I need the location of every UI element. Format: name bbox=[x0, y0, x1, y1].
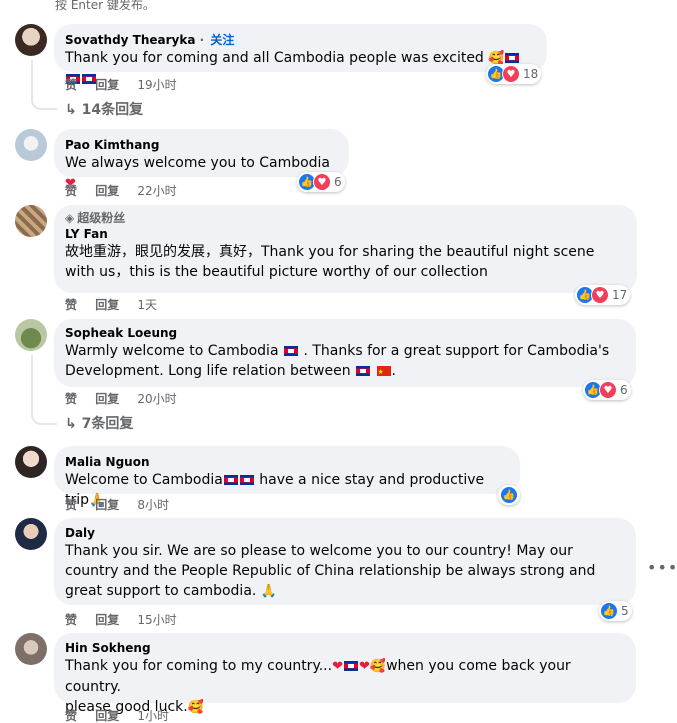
comment-actions: 赞 回复 1天 bbox=[65, 296, 171, 313]
smiling-hearts-icon: 🥰 bbox=[187, 700, 204, 715]
commenter-name[interactable]: Pao Kimthang bbox=[65, 137, 337, 153]
reaction-summary[interactable]: 👍 ♥ 18 bbox=[486, 64, 542, 84]
love-icon: ♥ bbox=[591, 286, 609, 304]
thread-line bbox=[31, 60, 57, 110]
top-fan-badge: ◈ 超级粉丝 bbox=[65, 211, 126, 225]
enter-hint: 按 Enter 键发布。 bbox=[55, 0, 155, 12]
reply-button[interactable]: 回复 bbox=[95, 78, 119, 92]
comment-actions: 赞 回复 19小时 bbox=[65, 76, 191, 93]
like-button[interactable]: 赞 bbox=[65, 78, 77, 92]
reaction-count: 18 bbox=[523, 67, 539, 81]
reply-button[interactable]: 回复 bbox=[95, 298, 119, 312]
comment-actions: 赞 回复 1小时 bbox=[65, 707, 183, 723]
red-heart-icon: ❤ bbox=[359, 659, 370, 674]
folded-hands-icon: 🙏 bbox=[260, 584, 277, 599]
reply-arrow-icon: ↳ bbox=[65, 102, 77, 118]
china-flag-icon bbox=[376, 362, 391, 382]
timestamp[interactable]: 15小时 bbox=[137, 613, 176, 627]
avatar[interactable] bbox=[15, 633, 47, 665]
comment-bubble: Hin Sokheng Thank you for coming to my c… bbox=[54, 633, 636, 715]
like-icon: 👍 bbox=[600, 602, 618, 620]
reaction-count: 5 bbox=[621, 604, 629, 618]
like-button[interactable]: 赞 bbox=[65, 298, 77, 312]
timestamp[interactable]: 19小时 bbox=[137, 78, 176, 92]
reaction-summary[interactable]: 👍 ♥ 6 bbox=[297, 172, 345, 192]
reaction-count: 6 bbox=[620, 383, 628, 397]
like-button[interactable]: 赞 bbox=[65, 184, 77, 198]
cambodia-flag-icon bbox=[239, 475, 254, 485]
reply-button[interactable]: 回复 bbox=[95, 184, 119, 198]
avatar[interactable] bbox=[15, 319, 47, 351]
more-options-icon[interactable]: ••• bbox=[647, 558, 677, 577]
comment-bubble: Sovathdy Thearyka · 关注 Thank you for com… bbox=[54, 24, 547, 84]
follow-link[interactable]: 关注 bbox=[210, 33, 234, 47]
avatar[interactable] bbox=[15, 129, 47, 161]
avatar[interactable] bbox=[15, 518, 47, 550]
comment-actions: 赞 回复 15小时 bbox=[65, 611, 191, 628]
cambodia-flag-icon bbox=[356, 366, 371, 376]
comment-text: 故地重游，眼见的发展，真好，Thank you for sharing the … bbox=[65, 244, 595, 280]
timestamp[interactable]: 20小时 bbox=[137, 392, 176, 406]
reply-button[interactable]: 回复 bbox=[95, 613, 119, 627]
commenter-name[interactable]: LY Fan bbox=[65, 226, 625, 242]
avatar[interactable] bbox=[15, 205, 47, 237]
cambodia-flag-icon bbox=[283, 346, 298, 356]
love-icon: ♥ bbox=[502, 65, 520, 83]
avatar[interactable] bbox=[15, 446, 47, 478]
timestamp[interactable]: 1小时 bbox=[137, 709, 169, 723]
commenter-name[interactable]: Malia Nguon bbox=[65, 454, 508, 470]
cambodia-flag-icon bbox=[223, 475, 238, 485]
reaction-summary[interactable]: 👍 bbox=[498, 485, 520, 505]
smiling-hearts-icon: 🥰 bbox=[369, 659, 387, 674]
commenter-name[interactable]: Hin Sokheng bbox=[65, 640, 624, 656]
comment-bubble: Pao Kimthang We always welcome you to Ca… bbox=[54, 129, 349, 191]
love-icon: ♥ bbox=[313, 173, 331, 191]
thread-line bbox=[31, 355, 57, 425]
like-button[interactable]: 赞 bbox=[65, 392, 77, 406]
comments-page: 按 Enter 键发布。 Sovathdy Thearyka · 关注 Than… bbox=[0, 0, 677, 723]
like-icon: 👍 bbox=[500, 486, 518, 504]
reaction-count: 6 bbox=[334, 175, 342, 189]
reply-arrow-icon: ↳ bbox=[65, 416, 77, 432]
comment-actions: 赞 回复 8小时 bbox=[65, 496, 183, 513]
reaction-summary[interactable]: 👍 5 bbox=[599, 601, 632, 621]
reply-button[interactable]: 回复 bbox=[95, 498, 119, 512]
timestamp[interactable]: 1天 bbox=[137, 298, 157, 312]
reply-button[interactable]: 回复 bbox=[95, 709, 119, 723]
reaction-summary[interactable]: 👍 ♥ 17 bbox=[575, 285, 631, 305]
red-heart-icon: ❤ bbox=[332, 659, 343, 674]
comment-bubble: Malia Nguon Welcome to Cambodia have a n… bbox=[54, 446, 520, 508]
timestamp[interactable]: 8小时 bbox=[137, 498, 169, 512]
like-button[interactable]: 赞 bbox=[65, 613, 77, 627]
diamond-icon: ◈ bbox=[65, 211, 75, 225]
cambodia-flag-icon bbox=[344, 661, 358, 671]
commenter-name[interactable]: Sopheak Loeung bbox=[65, 325, 624, 341]
reply-button[interactable]: 回复 bbox=[95, 392, 119, 406]
reaction-summary[interactable]: 👍 ♥ 6 bbox=[583, 380, 631, 400]
comment-text: Warmly welcome to Cambodia . Thanks for … bbox=[65, 341, 624, 382]
like-button[interactable]: 赞 bbox=[65, 709, 77, 723]
avatar[interactable] bbox=[15, 24, 47, 56]
comment-bubble: Daly Thank you sir. We are so please to … bbox=[54, 518, 636, 605]
reaction-count: 17 bbox=[612, 288, 628, 302]
like-button[interactable]: 赞 bbox=[65, 498, 77, 512]
commenter-name[interactable]: Daly bbox=[65, 525, 624, 541]
comment-bubble: Sopheak Loeung Warmly welcome to Cambodi… bbox=[54, 319, 636, 387]
comment-actions: 赞 回复 22小时 bbox=[65, 182, 191, 199]
comment-bubble: ◈ 超级粉丝 LY Fan 故地重游，眼见的发展，真好，Thank you for… bbox=[54, 205, 637, 293]
love-icon: ♥ bbox=[599, 381, 617, 399]
cambodia-flag-icon bbox=[505, 53, 520, 63]
commenter-name[interactable]: Sovathdy Thearyka bbox=[65, 33, 195, 47]
view-replies-link[interactable]: ↳ 14条回复 bbox=[65, 99, 143, 119]
timestamp[interactable]: 22小时 bbox=[137, 184, 176, 198]
comment-text: Thank you sir. We are so please to welco… bbox=[65, 543, 596, 599]
view-replies-link[interactable]: ↳ 7条回复 bbox=[65, 413, 133, 433]
comment-actions: 赞 回复 20小时 bbox=[65, 390, 191, 407]
